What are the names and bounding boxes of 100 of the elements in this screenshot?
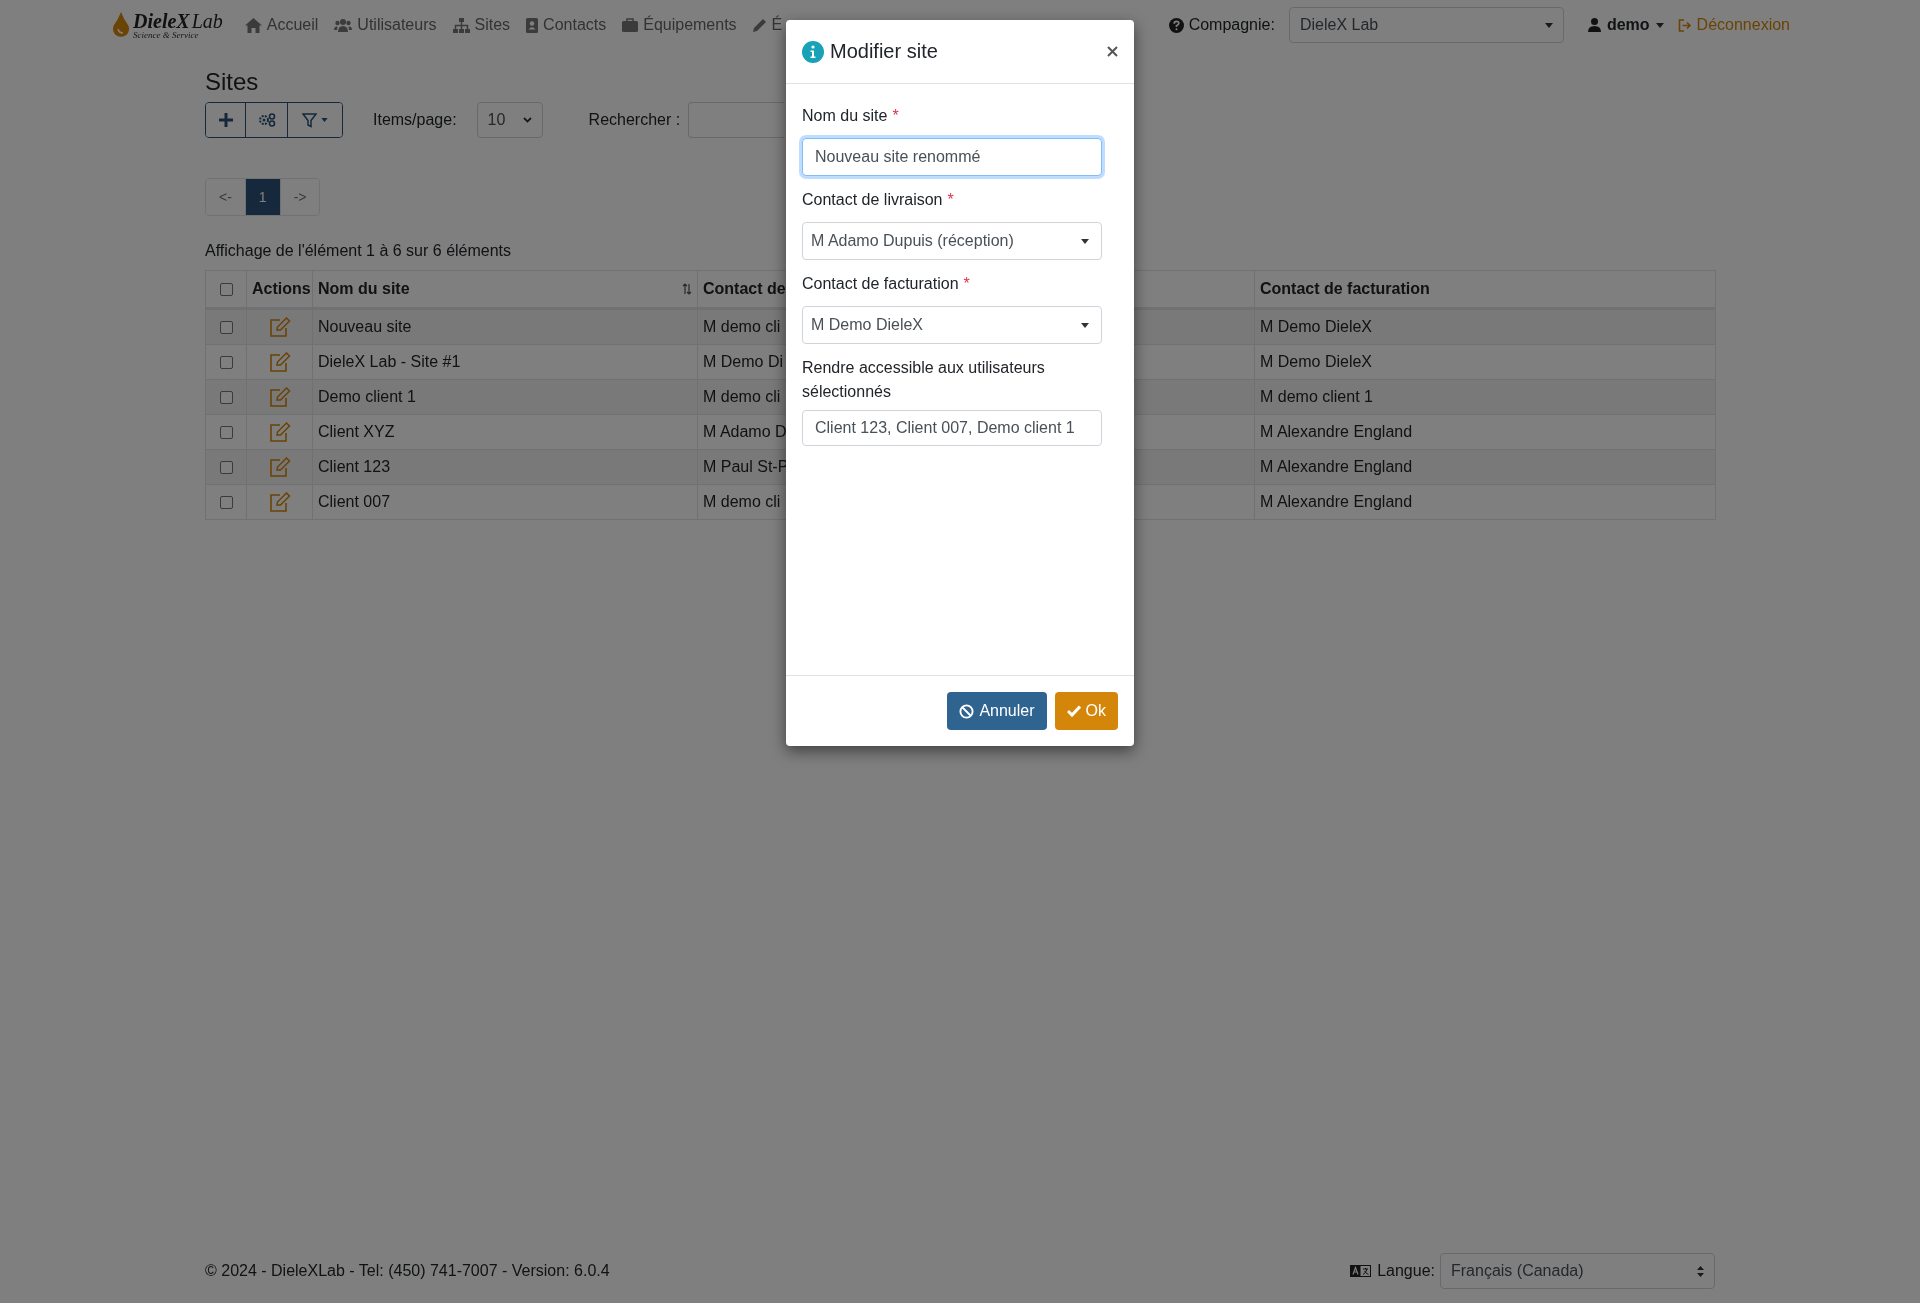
row-checkbox[interactable] xyxy=(219,320,233,334)
gears-icon xyxy=(257,113,276,127)
search-label: Rechercher : xyxy=(588,111,681,129)
pencil-icon xyxy=(752,18,767,32)
row-checkbox[interactable] xyxy=(219,495,233,509)
edit-icon[interactable] xyxy=(268,387,291,407)
result-summary: Affichage de l'élément 1 à 6 sur 6 éléments xyxy=(205,242,512,260)
row-checkbox[interactable] xyxy=(219,460,233,474)
table-cell: M Demo DieleX xyxy=(1260,318,1373,335)
logo-brand: DieleX xyxy=(133,10,190,31)
close-icon xyxy=(1107,46,1118,57)
table-cell: M Demo DieleX xyxy=(1260,353,1373,370)
add-button[interactable] xyxy=(206,103,246,137)
drop-icon xyxy=(112,12,130,38)
updown-caret-icon xyxy=(1697,1265,1704,1277)
field-label: Nom du site xyxy=(802,106,888,126)
caret-icon xyxy=(1544,22,1553,28)
table-cell: Client 007 xyxy=(318,493,391,510)
table-cell: M demo client 1 xyxy=(1260,388,1373,405)
hierarchy-icon xyxy=(452,17,470,33)
logo-tagline: Science & Service xyxy=(133,30,200,40)
column-header: Contact de facturation xyxy=(1260,280,1430,297)
items-per-page-select[interactable]: 10 xyxy=(476,102,543,138)
edit-icon[interactable] xyxy=(268,352,291,372)
edit-icon[interactable] xyxy=(268,317,291,337)
nav-link[interactable]: Équipements xyxy=(622,16,737,34)
language-label: Langue: xyxy=(1377,1262,1435,1280)
table-cell: M demo cli xyxy=(703,493,781,510)
language-select[interactable]: Français (Canada) xyxy=(1440,1253,1715,1289)
table-cell: M Demo Di xyxy=(703,353,783,370)
company-select[interactable]: DieleX Lab xyxy=(1288,7,1564,43)
sign-out-icon xyxy=(1677,18,1692,32)
edit-icon[interactable] xyxy=(268,457,291,477)
people-icon xyxy=(334,18,353,32)
chevron-icon xyxy=(522,117,532,123)
nav-link[interactable]: Contacts xyxy=(526,16,607,34)
nav-link[interactable]: Accueil xyxy=(244,16,319,34)
sort-icon[interactable] xyxy=(682,283,692,295)
logout-link[interactable]: Déconnexion xyxy=(1677,16,1790,34)
ok-button[interactable]: Ok xyxy=(1054,692,1118,730)
page-button[interactable]: <- xyxy=(206,179,246,215)
row-checkbox[interactable] xyxy=(219,390,233,404)
caret-icon xyxy=(1081,322,1089,328)
row-checkbox[interactable] xyxy=(219,355,233,369)
edit-icon[interactable] xyxy=(268,492,291,512)
close-button[interactable] xyxy=(1107,46,1118,57)
page-title: Sites xyxy=(205,68,260,96)
house-icon xyxy=(244,17,262,33)
table-cell: M demo cli xyxy=(703,388,781,405)
caret-icon xyxy=(1081,238,1089,244)
user-menu[interactable]: demo xyxy=(1587,16,1664,34)
row-checkbox[interactable] xyxy=(219,425,233,439)
column-header: Actions xyxy=(252,280,311,297)
dropdown-field[interactable]: M Demo DieleX xyxy=(802,306,1102,344)
nav-link[interactable]: É xyxy=(752,16,783,34)
field-label: Rendre accessible aux utilisateurs sélectionnés xyxy=(802,358,1046,402)
column-header[interactable]: Nom du site xyxy=(318,280,410,298)
text-field[interactable]: Nouveau site renommé xyxy=(802,138,1102,176)
cancel-button[interactable]: Annuler xyxy=(947,692,1047,730)
briefcase-icon xyxy=(622,18,639,32)
required-mark: * xyxy=(947,190,954,210)
table-cell: M Alexandre England xyxy=(1260,423,1413,440)
logo-suffix: Lab xyxy=(191,10,223,31)
caret-icon xyxy=(321,118,328,122)
table-cell: Nouveau site xyxy=(318,318,412,335)
nav-link[interactable]: Utilisateurs xyxy=(334,16,437,34)
table-cell: M demo cli xyxy=(703,318,781,335)
required-mark: * xyxy=(963,274,970,294)
dropdown-field[interactable]: M Adamo Dupuis (réception) xyxy=(802,222,1102,260)
table-cell: Client 123 xyxy=(318,458,391,475)
table-cell: M Alexandre England xyxy=(1260,493,1413,510)
table-cell: Client XYZ xyxy=(318,423,395,440)
required-mark: * xyxy=(892,106,899,126)
user-icon xyxy=(1587,18,1601,32)
table-cell: M Alexandre England xyxy=(1260,458,1413,475)
table-cell: DieleX Lab - Site #1 xyxy=(318,353,461,370)
search-field[interactable] xyxy=(688,102,785,138)
field-label: Contact de facturation xyxy=(802,274,959,294)
select-all-checkbox[interactable] xyxy=(219,282,233,296)
company-label: Compagnie: xyxy=(1188,16,1275,34)
items-per-page-label: Items/page: xyxy=(373,111,457,129)
help-icon xyxy=(1168,17,1184,33)
address-card-icon xyxy=(526,17,539,33)
ban-icon xyxy=(959,703,975,719)
info-icon xyxy=(802,40,824,63)
language-icon xyxy=(1350,1265,1372,1277)
field-label: Contact de livraison xyxy=(802,190,943,210)
multi-select-field[interactable]: Client 123, Client 007, Demo client 1 xyxy=(802,410,1102,446)
nav-link[interactable]: Sites xyxy=(452,16,511,34)
check-icon xyxy=(1066,705,1081,717)
plus-icon xyxy=(218,113,233,127)
caret-icon xyxy=(1655,22,1664,28)
modal-title: Modifier site xyxy=(830,40,939,63)
table-cell: M Adamo D xyxy=(703,423,787,440)
filter-icon xyxy=(302,112,317,128)
edit-icon[interactable] xyxy=(268,422,291,442)
table-cell: Demo client 1 xyxy=(318,388,416,405)
footer-text: © 2024 - DieleXLab - Tel: (450) 741-7007 - Version: 6.0.4 xyxy=(205,1262,611,1280)
column-header: Contact de xyxy=(703,280,786,297)
page-button[interactable]: 1 xyxy=(245,179,281,215)
